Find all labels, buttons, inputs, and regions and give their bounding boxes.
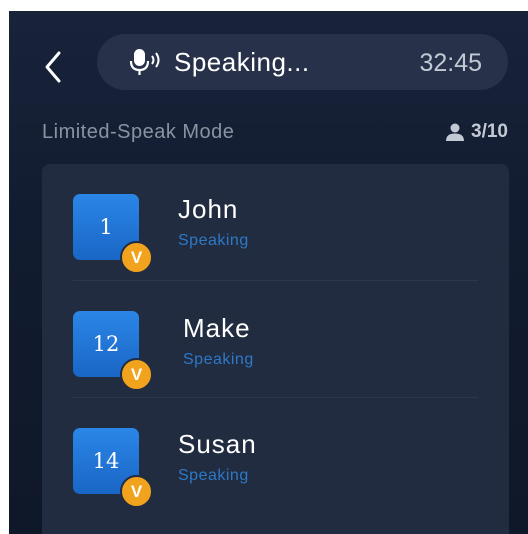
participant-name: Susan — [178, 429, 257, 459]
participant-name: Make — [183, 313, 251, 343]
participant-count-text: 3/10 — [471, 121, 508, 142]
v-badge-icon: V — [120, 475, 153, 508]
v-badge-icon: V — [120, 241, 153, 274]
chevron-left-icon — [45, 51, 61, 83]
participant-status: Speaking — [178, 467, 249, 484]
mode-title: Limited-Speak Mode — [42, 121, 235, 143]
speaking-timer: 32:45 — [419, 49, 482, 77]
list-item[interactable]: 12 V Make Speaking — [73, 280, 478, 398]
microphone-speaking-icon — [129, 49, 160, 75]
v-badge-icon: V — [120, 358, 153, 391]
speak-screen: Speaking... 32:45 Limited-Speak Mode 3/1… — [9, 11, 528, 534]
participant-status: Speaking — [178, 232, 249, 249]
back-button[interactable] — [39, 47, 67, 87]
speaking-status-pill[interactable]: Speaking... 32:45 — [97, 34, 508, 90]
list-item[interactable]: 1 V John Speaking — [73, 164, 478, 281]
list-item[interactable]: 14 V Susan Speaking — [73, 397, 478, 515]
participant-name: John — [178, 194, 239, 224]
speaker-list: 1 V John Speaking 12 V Make Speaking 14 … — [42, 164, 509, 534]
person-icon — [446, 123, 465, 141]
participant-status: Speaking — [183, 351, 254, 368]
speaking-status-label: Speaking... — [174, 47, 310, 77]
participant-count: 3/10 — [445, 121, 508, 143]
